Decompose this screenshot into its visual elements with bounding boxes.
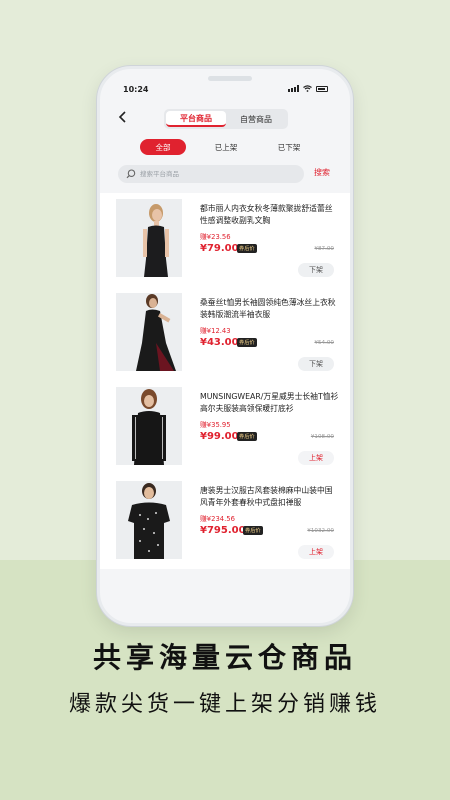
status-icons bbox=[288, 85, 328, 92]
wifi-icon bbox=[303, 85, 312, 92]
product-earning: 赚¥23.56 bbox=[200, 233, 231, 241]
product-title: 桑蚕丝t恤男长袖圆领纯色薄冰丝上衣秋装韩版潮流半袖衣服 bbox=[200, 298, 336, 319]
coupon-badge: 券后价 bbox=[237, 432, 257, 441]
product-price: ¥99.00 bbox=[200, 431, 239, 442]
product-item[interactable]: 桑蚕丝t恤男长袖圆领纯色薄冰丝上衣秋装韩版潮流半袖衣服 赚¥12.43 ¥43.… bbox=[100, 287, 350, 381]
tab-platform-products[interactable]: 平台商品 bbox=[166, 111, 226, 127]
product-earning: 赚¥234.56 bbox=[200, 515, 235, 523]
delist-button[interactable]: 下架 bbox=[298, 357, 334, 371]
search-button[interactable]: 搜索 bbox=[314, 167, 330, 178]
back-arrow-icon[interactable] bbox=[118, 111, 128, 123]
top-nav: 平台商品 自营商品 bbox=[100, 105, 350, 131]
product-price: ¥795.00 bbox=[200, 525, 246, 536]
product-price: ¥79.00 bbox=[200, 243, 239, 254]
product-price: ¥43.00 bbox=[200, 337, 239, 348]
product-title: 都市丽人内衣女秋冬薄款聚拢舒适蕾丝性感调整收副乳文胸 bbox=[200, 204, 333, 225]
filter-all[interactable]: 全部 bbox=[140, 139, 186, 155]
search-input[interactable] bbox=[140, 168, 290, 180]
status-filters: 全部 已上架 已下架 bbox=[100, 137, 350, 159]
product-item[interactable]: 都市丽人内衣女秋冬薄款聚拢舒适蕾丝性感调整收副乳文胸 赚¥23.56 ¥79.0… bbox=[100, 193, 350, 287]
signal-icon bbox=[288, 85, 299, 92]
coupon-badge: 券后价 bbox=[237, 244, 257, 253]
coupon-badge: 券后价 bbox=[243, 526, 263, 535]
status-bar: 10:24 bbox=[100, 69, 350, 97]
promo-subline: 爆款尖货一键上架分销赚钱 bbox=[68, 692, 381, 717]
coupon-badge: 券后价 bbox=[237, 338, 257, 347]
original-price: ¥54.00 bbox=[314, 340, 334, 346]
product-title: 唐装男士汉服古风套装棉麻中山装中国风青年外套春秋中式盘扣禅服 bbox=[200, 486, 333, 507]
search-icon bbox=[126, 169, 136, 179]
list-button[interactable]: 上架 bbox=[298, 451, 334, 465]
phone-mockup: 10:24 平台商品 自营商品 全部 已上架 已下架 搜索 都市丽人内衣女秋冬 bbox=[97, 66, 353, 626]
search-bar: 搜索 bbox=[118, 165, 338, 185]
filter-listed[interactable]: 已上架 bbox=[203, 139, 249, 155]
delist-button[interactable]: 下架 bbox=[298, 263, 334, 277]
product-item[interactable]: MUNSINGWEAR/万星威男士长袖T恤衫高尔夫服装高领保暖打底衫 赚¥35.… bbox=[100, 381, 350, 475]
promo-headline: 共享海量云仓商品 bbox=[92, 641, 357, 674]
product-item[interactable]: 唐装男士汉服古风套装棉麻中山装中国风青年外套春秋中式盘扣禅服 赚¥234.56 … bbox=[100, 475, 350, 569]
original-price: ¥87.00 bbox=[314, 246, 334, 252]
tab-own-products[interactable]: 自营商品 bbox=[226, 111, 286, 127]
search-box bbox=[118, 165, 304, 183]
product-image bbox=[116, 293, 182, 371]
product-image bbox=[116, 199, 182, 277]
product-image bbox=[116, 481, 182, 559]
product-earning: 赚¥35.95 bbox=[200, 421, 231, 429]
battery-icon bbox=[316, 85, 328, 92]
filter-delisted[interactable]: 已下架 bbox=[266, 139, 312, 155]
product-title: MUNSINGWEAR/万星威男士长袖T恤衫高尔夫服装高领保暖打底衫 bbox=[200, 392, 339, 413]
product-image bbox=[116, 387, 182, 465]
original-price: ¥1032.00 bbox=[307, 528, 334, 534]
original-price: ¥108.00 bbox=[310, 434, 334, 440]
product-earning: 赚¥12.43 bbox=[200, 327, 231, 335]
status-time: 10:24 bbox=[123, 85, 149, 94]
list-button[interactable]: 上架 bbox=[298, 545, 334, 559]
product-source-tabs: 平台商品 自营商品 bbox=[164, 109, 288, 129]
